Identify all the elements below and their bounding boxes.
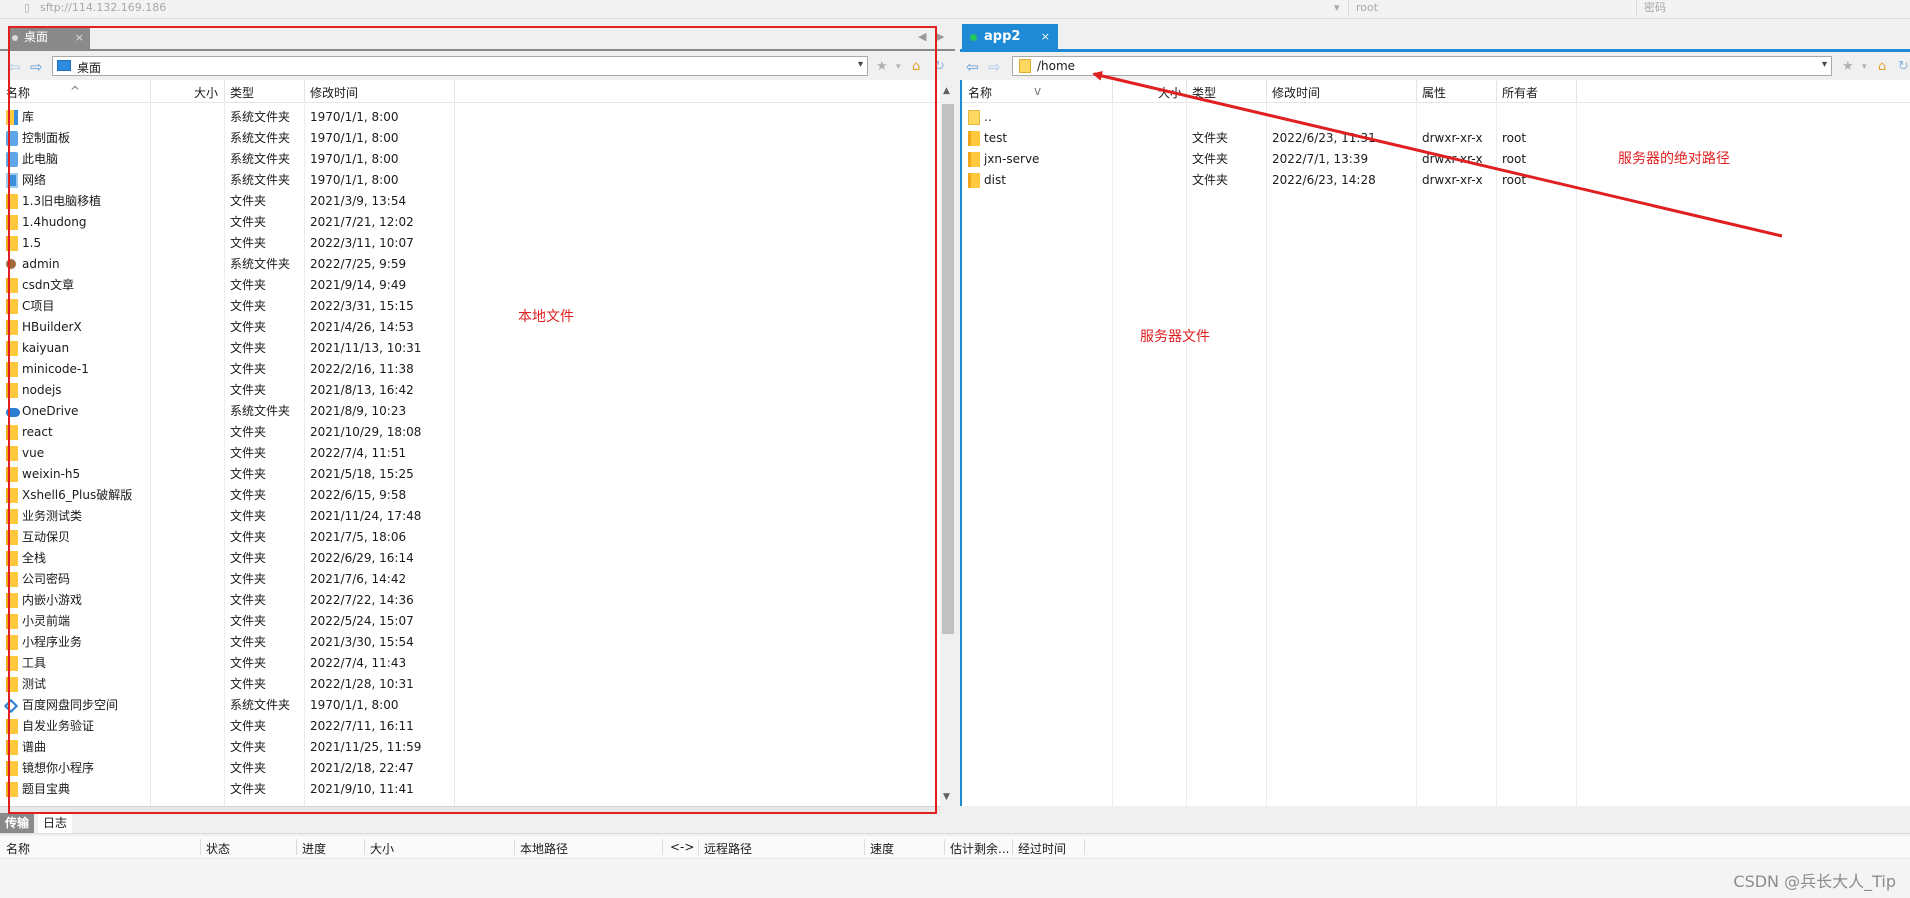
annotation-arrow [1092, 70, 1783, 238]
